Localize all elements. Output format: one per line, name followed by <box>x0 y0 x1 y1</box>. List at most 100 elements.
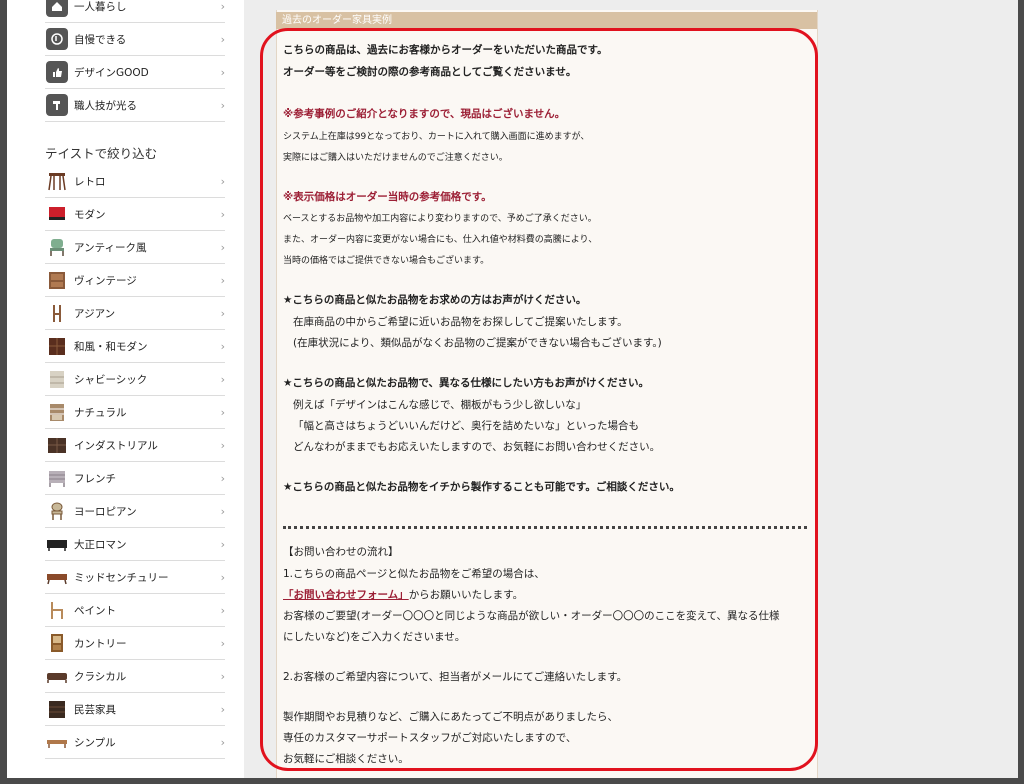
chevron-right-icon: › <box>220 0 225 13</box>
paint-chair-icon <box>46 599 68 621</box>
sidebar-item-modern[interactable]: モダン › <box>45 198 225 231</box>
star-similar-line-2: (在庫状況により、類似品がなくお品物のご提案ができない場合もございます。) <box>293 337 662 349</box>
chevron-right-icon: › <box>220 208 225 221</box>
flow-step-1: 1.こちらの商品ページと似たお品物をご希望の場合は、 <box>283 568 545 580</box>
chevron-right-icon: › <box>220 175 225 188</box>
star-similar-title: ★こちらの商品と似たお品物をお求めの方はお声がけください。 <box>283 294 587 306</box>
contact-form-link[interactable]: 「お問い合わせフォーム」 <box>283 589 409 601</box>
industrial-cabinet-icon <box>46 434 68 456</box>
sidebar-item-midcentury[interactable]: ミッドセンチュリー › <box>45 561 225 594</box>
note-no-stock-line-1: システム上在庫は99となっており、カートに入れて購入画面に進めますが、 <box>283 132 590 142</box>
vintage-cabinet-icon <box>46 269 68 291</box>
sidebar-item-wafu[interactable]: 和風・和モダン › <box>45 330 225 363</box>
star-custom-line-2: 「幅と高さはちょうどいいんだけど、奥行を詰めたいな」といった場合も <box>293 420 639 432</box>
sidebar-item-jiman[interactable]: 自慢できる › <box>45 23 225 56</box>
sidebar-item-vintage[interactable]: ヴィンテージ › <box>45 264 225 297</box>
chevron-right-icon: › <box>220 736 225 749</box>
midcentury-sideboard-icon <box>46 566 68 588</box>
right-gutter <box>832 0 1018 778</box>
music-note-icon <box>46 28 68 50</box>
note-price-title: ※表示価格はオーダー当時の参考価格です。 <box>283 191 492 203</box>
sidebar-item-natural[interactable]: ナチュラル › <box>45 396 225 429</box>
star-custom-title: ★こちらの商品と似たお品物で、異なる仕様にしたい方もお声がけください。 <box>283 377 649 389</box>
note-no-stock-line-2: 実際にはご購入はいただけませんのでご注意ください。 <box>283 153 508 163</box>
chevron-right-icon: › <box>220 703 225 716</box>
sidebar-item-simple[interactable]: シンプル › <box>45 726 225 759</box>
taste-filter-heading: テイストで絞り込む <box>45 146 158 161</box>
note-price-line-3: 当時の価格ではご提供できない場合もございます。 <box>283 256 490 266</box>
flow-step-2: 2.お客様のご希望内容について、担当者がメールにてご連絡いたします。 <box>283 671 628 683</box>
flow-contact-line: 「お問い合わせフォーム」からお願いいたします。 <box>283 589 524 601</box>
japanese-cabinet-icon <box>46 335 68 357</box>
sidebar-item-design-good[interactable]: デザインGOOD › <box>45 56 225 89</box>
intro-line-2: オーダー等をご検討の際の参考商品としてご覧くださいませ。 <box>283 66 577 78</box>
sidebar-item-shabby-chic[interactable]: シャビーシック › <box>45 363 225 396</box>
chevron-right-icon: › <box>220 66 225 79</box>
intro-line-1: こちらの商品は、過去にお客様からオーダーをいただいた商品です。 <box>283 44 608 56</box>
chevron-right-icon: › <box>220 99 225 112</box>
country-cupboard-icon <box>46 632 68 654</box>
antique-chair-icon <box>46 236 68 258</box>
chevron-right-icon: › <box>220 571 225 584</box>
chevron-right-icon: › <box>220 241 225 254</box>
modern-chair-icon <box>46 203 68 225</box>
content-panel <box>276 10 818 778</box>
chevron-right-icon: › <box>220 670 225 683</box>
home-icon <box>46 0 68 17</box>
closing-line-2: 専任のカスタマーサポートスタッフがご対応いたしますので、 <box>283 732 577 744</box>
thumbs-up-icon <box>46 61 68 83</box>
chevron-right-icon: › <box>220 604 225 617</box>
note-price-line-2: また、オーダー内容に変更がない場合にも、仕入れ値や材料費の高騰により、 <box>283 235 598 245</box>
retro-stool-icon <box>46 170 68 192</box>
flow-request-line-2: にしたいなど)をご入力くださいませ。 <box>283 631 466 643</box>
shabby-chic-shelf-icon <box>46 368 68 390</box>
sidebar-item-european[interactable]: ヨーロピアン › <box>45 495 225 528</box>
simple-bench-icon <box>46 731 68 753</box>
chevron-right-icon: › <box>220 340 225 353</box>
chevron-right-icon: › <box>220 472 225 485</box>
dotted-divider <box>283 526 807 529</box>
panel-title: 過去のオーダー家具実例 <box>276 12 817 29</box>
folk-cabinet-icon <box>46 698 68 720</box>
sidebar-item-taisho-roman[interactable]: 大正ロマン › <box>45 528 225 561</box>
european-chair-icon <box>46 500 68 522</box>
window-frame-bottom <box>0 778 1024 784</box>
sidebar-item-classical[interactable]: クラシカル › <box>45 660 225 693</box>
closing-line-1: 製作期間やお見積りなど、ご購入にあたってご不明点がありましたら、 <box>283 711 618 723</box>
sidebar-item-mingei[interactable]: 民芸家具 › <box>45 693 225 726</box>
sidebar-item-asian[interactable]: アジアン › <box>45 297 225 330</box>
sidebar-item-paint[interactable]: ペイント › <box>45 594 225 627</box>
star-custom-line-3: どんなわがままでもお応えいたしますので、お気軽にお問い合わせください。 <box>293 441 661 453</box>
french-dresser-icon <box>46 467 68 489</box>
sidebar-item-antique[interactable]: アンティーク風 › <box>45 231 225 264</box>
sidebar-item-industrial[interactable]: インダストリアル › <box>45 429 225 462</box>
taisho-sofa-icon <box>46 533 68 555</box>
chevron-right-icon: › <box>220 373 225 386</box>
natural-shelf-icon <box>46 401 68 423</box>
star-custom-line-1: 例えば「デザインはこんな感じで、棚板がもう少し欲しいな」 <box>293 399 587 411</box>
chevron-right-icon: › <box>220 33 225 46</box>
chevron-right-icon: › <box>220 439 225 452</box>
classical-sofa-icon <box>46 665 68 687</box>
window-frame-right <box>1018 0 1024 784</box>
window-frame-left <box>0 0 7 784</box>
asian-chair-icon <box>46 302 68 324</box>
flow-request-line-1: お客様のご要望(オーダー〇〇〇と同じような商品が欲しい・オーダー〇〇〇のここを変… <box>283 610 780 622</box>
star-scratch-title: ★こちらの商品と似たお品物をイチから製作することも可能です。ご相談ください。 <box>283 481 680 493</box>
chevron-right-icon: › <box>220 637 225 650</box>
closing-line-3: お気軽にご相談ください。 <box>283 753 409 765</box>
star-similar-line-1: 在庫商品の中からご希望に近いお品物をお探ししてご提案いたします。 <box>293 316 628 328</box>
hammer-icon <box>46 94 68 116</box>
sidebar-item-country[interactable]: カントリー › <box>45 627 225 660</box>
note-no-stock-title: ※参考事例のご紹介となりますので、現品はございません。 <box>283 108 566 120</box>
chevron-right-icon: › <box>220 505 225 518</box>
flow-heading: 【お問い合わせの流れ】 <box>283 546 399 558</box>
chevron-right-icon: › <box>220 307 225 320</box>
sidebar-item-shokunin[interactable]: 職人技が光る › <box>45 89 225 122</box>
sidebar-item-french[interactable]: フレンチ › <box>45 462 225 495</box>
chevron-right-icon: › <box>220 274 225 287</box>
sidebar-item-retro[interactable]: レトロ › <box>45 165 225 198</box>
chevron-right-icon: › <box>220 538 225 551</box>
sidebar-item-hitorigurashi[interactable]: 一人暮らし › <box>45 0 225 23</box>
note-price-line-1: ベースとするお品物や加工内容により変わりますので、予めご了承ください。 <box>283 214 597 224</box>
